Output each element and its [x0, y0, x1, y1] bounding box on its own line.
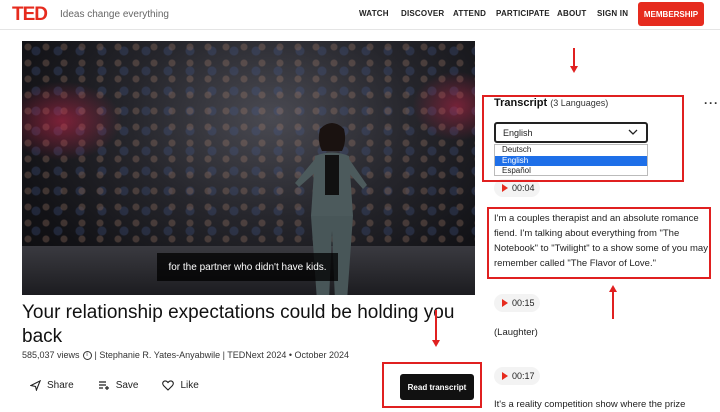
transcript-paragraph: It's a reality competition show where th…	[494, 399, 686, 410]
share-label: Share	[47, 380, 74, 391]
annotation-arrow	[612, 291, 614, 319]
membership-button[interactable]: MEMBERSHIP	[638, 2, 704, 26]
save-button[interactable]: Save	[98, 380, 139, 391]
site-header: TED Ideas change everything WATCH DISCOV…	[0, 0, 720, 30]
play-icon	[502, 372, 508, 380]
nav-watch[interactable]: WATCH	[359, 9, 389, 18]
timestamp-label: 00:17	[512, 371, 535, 381]
action-bar: Share Save Like	[30, 380, 199, 391]
heart-icon	[162, 380, 175, 391]
play-icon	[502, 299, 508, 307]
annotation-arrow-head	[609, 285, 617, 292]
video-subtitle: for the partner who didn't have kids.	[157, 253, 338, 281]
transcript-paragraph: (Laughter)	[494, 327, 538, 338]
speaker-event: | Stephanie R. Yates-Anyabwile | TEDNext…	[94, 350, 350, 360]
play-icon	[502, 184, 508, 192]
nav-participate[interactable]: PARTICIPATE	[496, 9, 550, 18]
annotation-arrow	[573, 48, 575, 66]
nav-attend[interactable]: ATTEND	[453, 9, 486, 18]
timestamp-label: 00:04	[512, 183, 535, 193]
annotation-arrow-head	[432, 340, 440, 347]
nav-discover[interactable]: DISCOVER	[401, 9, 444, 18]
nav-sign-in[interactable]: SIGN IN	[597, 9, 628, 18]
like-label: Like	[180, 380, 199, 391]
talk-title: Your relationship expectations could be …	[22, 302, 455, 347]
tagline: Ideas change everything	[60, 9, 169, 20]
video-player[interactable]: for the partner who didn't have kids.	[22, 41, 475, 295]
timestamp-button[interactable]: 00:15	[494, 294, 540, 312]
timestamp-button[interactable]: 00:17	[494, 367, 540, 385]
more-options-icon[interactable]: ···	[704, 96, 719, 110]
annotation-box-paragraph	[487, 207, 711, 279]
share-button[interactable]: Share	[30, 380, 74, 391]
share-icon	[30, 380, 41, 391]
view-count: 585,037 views	[22, 350, 80, 360]
annotation-box-read-transcript	[382, 362, 482, 408]
info-icon[interactable]: i	[82, 350, 92, 360]
add-to-list-icon	[98, 381, 109, 390]
save-label: Save	[115, 380, 139, 391]
nav-about[interactable]: ABOUT	[557, 9, 586, 18]
annotation-box-transcript	[482, 95, 684, 182]
annotation-arrow-head	[570, 66, 578, 73]
like-button[interactable]: Like	[162, 380, 199, 391]
timestamp-label: 00:15	[512, 298, 535, 308]
annotation-arrow	[435, 310, 437, 340]
ted-logo[interactable]: TED	[12, 4, 48, 26]
talk-meta: 585,037 views i | Stephanie R. Yates-Any…	[22, 350, 349, 360]
